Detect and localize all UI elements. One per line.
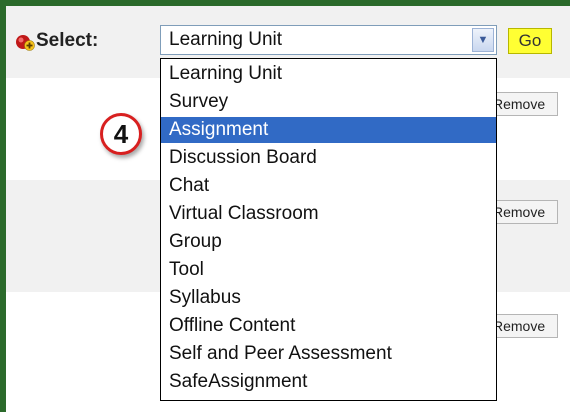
go-button[interactable]: Go	[508, 28, 552, 54]
select-current-value: Learning Unit	[169, 29, 283, 50]
step-callout-badge: 4	[100, 113, 142, 155]
remove-button[interactable]: Remove	[488, 200, 558, 224]
dropdown-option[interactable]: Virtual Classroom	[161, 201, 496, 227]
dropdown-option[interactable]: SafeAssignment	[161, 369, 496, 395]
dropdown-option[interactable]: Offline Content	[161, 313, 496, 339]
remove-button[interactable]: Remove	[488, 314, 558, 338]
select-label: Select:	[36, 30, 99, 51]
dropdown-option[interactable]: Chat	[161, 173, 496, 199]
content-type-dropdown-list[interactable]: Learning Unit Survey Assignment Discussion …	[160, 58, 497, 401]
dropdown-option[interactable]: Group	[161, 229, 496, 255]
chevron-down-icon[interactable]: ▼	[472, 28, 494, 52]
dropdown-option[interactable]: Syllabus	[161, 285, 496, 311]
dropdown-option[interactable]: Survey	[161, 89, 496, 115]
remove-button[interactable]: Remove	[488, 92, 558, 116]
dropdown-option[interactable]: Learning Unit	[161, 61, 496, 87]
dropdown-option[interactable]: Tool	[161, 257, 496, 283]
dropdown-option[interactable]: Self and Peer Assessment	[161, 341, 496, 367]
content-type-select[interactable]: Learning Unit ▼	[160, 25, 497, 55]
dropdown-option[interactable]: Discussion Board	[161, 145, 496, 171]
dropdown-option[interactable]: Assignment	[161, 117, 496, 143]
add-content-icon	[16, 35, 35, 51]
